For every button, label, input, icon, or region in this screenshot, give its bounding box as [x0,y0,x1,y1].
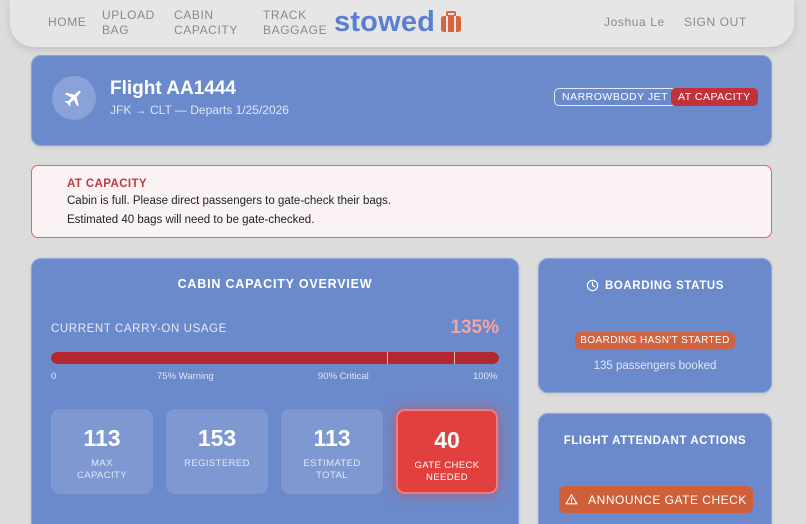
boarding-status-header: BOARDING STATUS [539,279,771,292]
critical-marker [454,352,455,364]
tick-zero: 0 [51,371,57,382]
stat-estimated-total: 113 Estimated Total [281,409,383,494]
boarding-status-card: BOARDING STATUS Boarding hasn't started … [538,258,772,393]
capacity-alert: AT CAPACITY Cabin is full. Please direct… [31,165,772,238]
stat-registered: 153 Registered [166,409,268,494]
stat-value: 113 [313,425,351,451]
alert-estimate: Estimated 40 bags will need to be gate-c… [67,214,315,226]
announce-gate-check-label: Announce Gate Check [588,492,747,507]
airplane-icon [64,90,81,107]
stat-gate-check-needed: 40 Gate Check Needed [396,409,498,494]
nav-track-baggage-link[interactable]: Track Baggage [263,8,331,38]
passengers-booked: 135 passengers booked [593,360,717,372]
aircraft-type-badge: NARROWBODY JET [554,88,676,106]
boarding-state-badge: Boarding hasn't started [575,332,735,349]
stat-label: Gate Check Needed [414,460,480,483]
brand-logo[interactable]: stowed [334,4,463,40]
alert-title: AT CAPACITY [67,178,147,190]
boarding-status-title: BOARDING STATUS [604,279,725,292]
clock-icon [586,279,599,292]
flight-attendant-actions-card: FLIGHT ATTENDANT ACTIONS Announce Gate C… [538,413,772,524]
nav-home-link[interactable]: Home [48,15,86,30]
capacity-status-badge: AT CAPACITY [671,88,758,106]
flight-route: JFK → CLT — Departs 1/25/2026 [110,103,289,117]
warning-marker [387,352,388,364]
overview-title: CABIN CAPACITY OVERVIEW [177,277,373,291]
tick-warning: 75% Warning [157,371,214,382]
flight-title: Flight AA1444 [110,78,236,99]
attendant-actions-title: FLIGHT ATTENDANT ACTIONS [563,435,747,447]
user-name[interactable]: Joshua Le [604,15,665,30]
top-nav: Home Upload Bag Cabin Capacity Track Bag… [10,0,794,47]
stat-label: Estimated Total [303,458,361,481]
usage-progress-bar [51,352,499,364]
usage-progress-fill [51,352,499,364]
flight-header-card: Flight AA1444 JFK → CLT — Departs 1/25/2… [31,55,772,146]
warning-icon [565,494,578,505]
announce-gate-check-button[interactable]: Announce Gate Check [559,486,753,513]
tick-full: 100% [473,371,498,382]
tick-critical: 90% Critical [318,371,369,382]
nav-cabin-capacity-link[interactable]: Cabin Capacity [174,8,244,38]
suitcase-icon [441,11,462,32]
alert-message: Cabin is full. Please direct passengers … [67,195,392,207]
nav-upload-bag-link[interactable]: Upload Bag [102,8,162,38]
stat-value: 113 [83,425,121,451]
plane-icon-badge [52,76,96,120]
stat-max-capacity: 113 Max Capacity [51,409,153,494]
stat-label: Registered [184,458,250,469]
stat-value: 153 [197,425,237,451]
cabin-capacity-overview-card: CABIN CAPACITY OVERVIEW CURRENT CARRY-ON… [31,258,519,524]
brand-name: stowed [334,5,436,38]
usage-percent: 135% [450,317,499,338]
stat-label: Max Capacity [76,458,127,481]
sign-out-link[interactable]: Sign Out [684,15,747,30]
usage-label: CURRENT CARRY-ON USAGE [51,323,227,335]
stat-value: 40 [434,427,460,453]
